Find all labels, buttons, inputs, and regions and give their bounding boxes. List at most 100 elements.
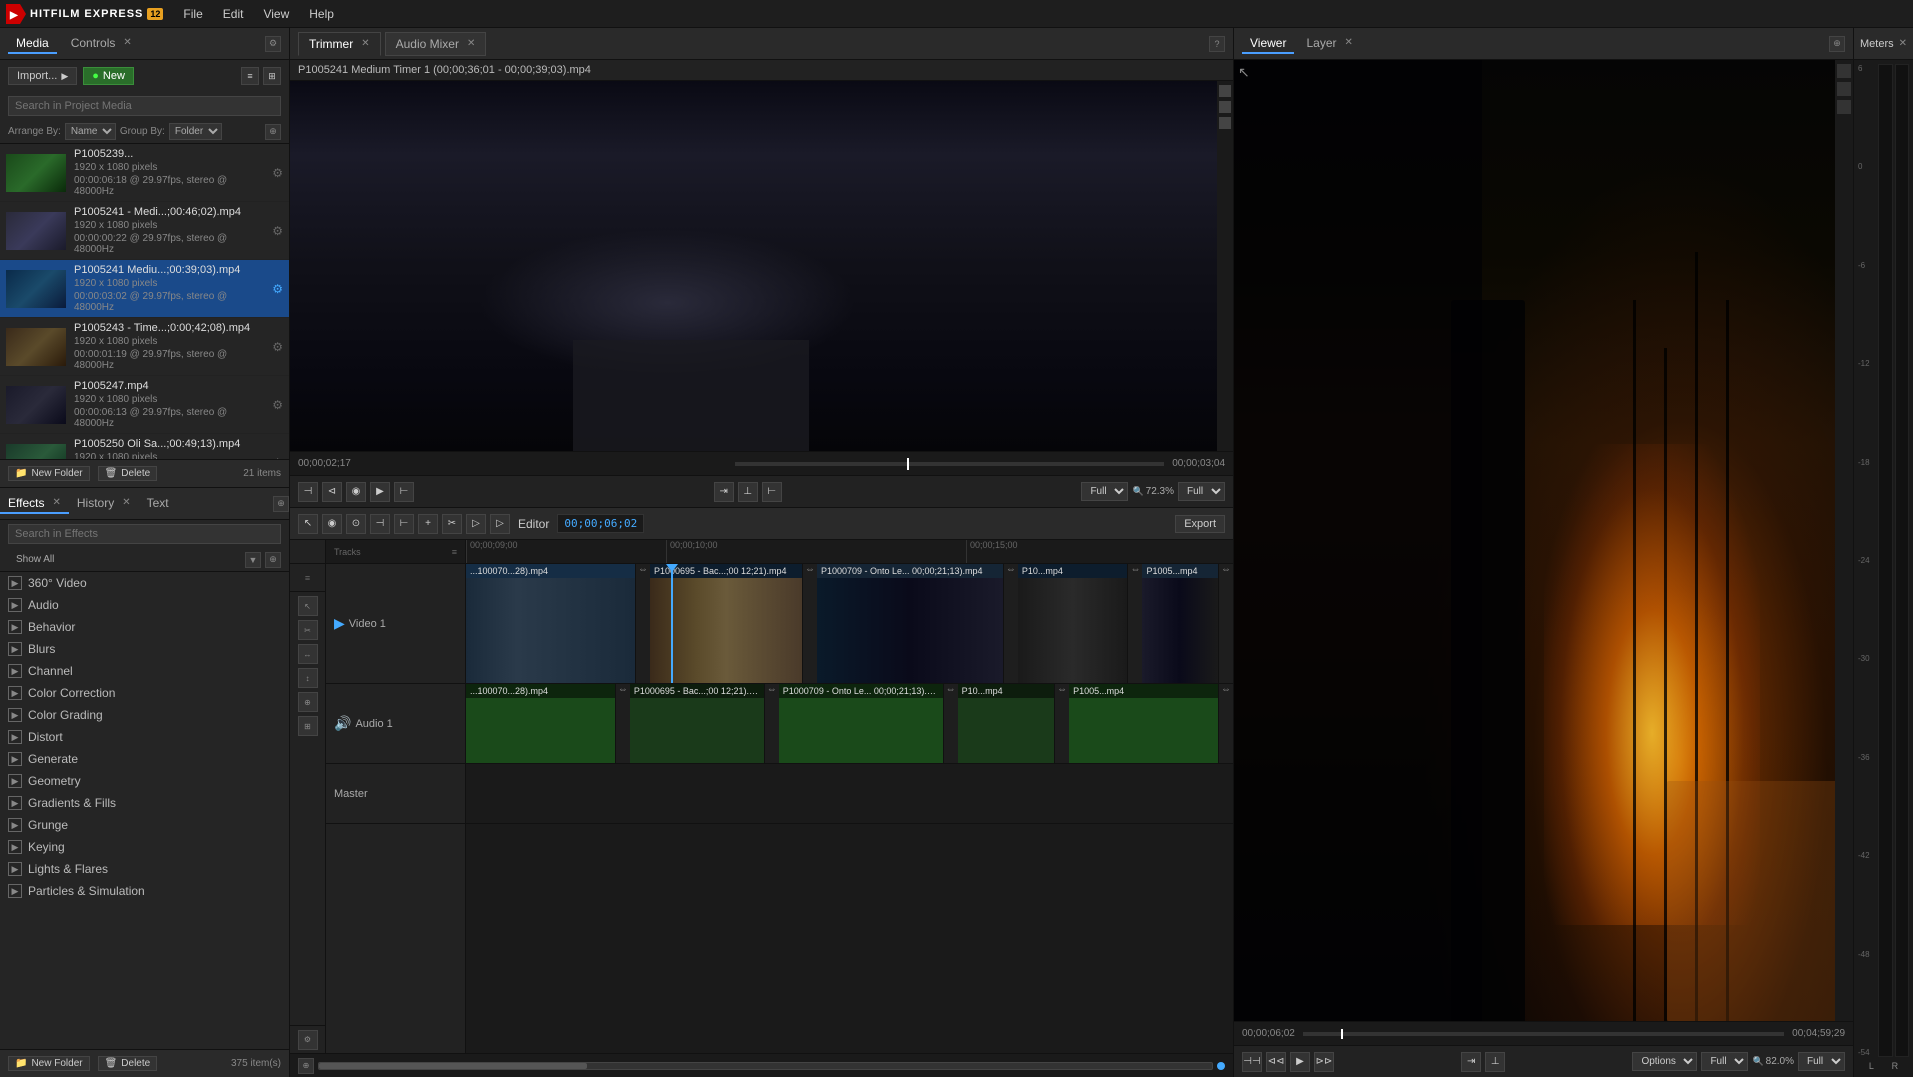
effect-category-blurs[interactable]: ▶ Blurs (0, 638, 289, 660)
new-button[interactable]: ● New (83, 67, 134, 85)
viewer-options-select[interactable]: Options (1632, 1052, 1697, 1071)
list-item[interactable]: P1005241 Mediu...;00:39;03).mp4 1920 x 1… (0, 260, 289, 318)
list-item[interactable]: P1005243 - Time...;0:00;42;08).mp4 1920 … (0, 318, 289, 376)
viewer-scrubber[interactable] (1303, 1032, 1784, 1036)
editor-select-btn[interactable]: ↖ (298, 514, 318, 534)
effects-delete-button[interactable]: 🗑 Delete (98, 1056, 158, 1071)
mark-out-btn[interactable]: ⊢ (394, 482, 414, 502)
trimmer-close[interactable]: ✕ (361, 38, 369, 49)
group-select[interactable]: Folder (169, 123, 222, 140)
editor-extra-btn[interactable]: ▷ (490, 514, 510, 534)
tab-history[interactable]: History ✕ (69, 494, 139, 514)
viewer-sb-btn-3[interactable] (1837, 100, 1851, 114)
show-all-button[interactable]: Show All (8, 552, 62, 567)
audio-clip[interactable]: P1000695 - Bac...;00 12;21).mp4 (630, 684, 765, 763)
ctrl-btn-3[interactable]: ◉ (346, 482, 366, 502)
step-back-btn[interactable]: ⊲ (322, 482, 342, 502)
editor-split-btn[interactable]: ✂ (442, 514, 462, 534)
editor-mark-out-btn[interactable]: ⊢ (394, 514, 414, 534)
effects-search-input[interactable] (8, 524, 281, 544)
audio-mixer-close[interactable]: ✕ (467, 38, 475, 49)
viewer-over-btn[interactable]: ⊥ (1485, 1052, 1505, 1072)
editor-more-btn[interactable]: ▷ (466, 514, 486, 534)
zoom-in-btn[interactable]: ⊕ (298, 1058, 314, 1074)
trimmer-scrubber[interactable] (735, 462, 1164, 466)
viewer-fast-fwd-btn[interactable]: ⊳⊳ (1314, 1052, 1334, 1072)
audio-clip[interactable]: P10...mp4 (958, 684, 1056, 763)
audio-clip[interactable]: P1000709 - Onto Le... 00;00;21;13).mp4 (779, 684, 944, 763)
side-razor-btn[interactable]: ✂ (298, 620, 318, 640)
menu-view[interactable]: View (255, 5, 297, 23)
controls-close[interactable]: ✕ (123, 37, 131, 48)
side-select-btn[interactable]: ↖ (298, 596, 318, 616)
viewer-sb-btn-1[interactable] (1837, 64, 1851, 78)
grid-view-btn[interactable]: ⊞ (263, 67, 281, 85)
video-clip[interactable]: P1000709 - Onto Le... 00;00;21;13).mp4 (817, 564, 1004, 683)
viewer-prev-frame-btn[interactable]: ⊲⊲ (1266, 1052, 1286, 1072)
delete-button[interactable]: 🗑 Delete (98, 466, 158, 481)
tab-trimmer[interactable]: Trimmer ✕ (298, 32, 381, 56)
effects-expand-btn[interactable]: ⊕ (265, 552, 281, 568)
effect-category-lights[interactable]: ▶ Lights & Flares (0, 858, 289, 880)
media-search-input[interactable] (8, 96, 281, 116)
sidebar-btn-1[interactable] (1219, 85, 1231, 97)
list-item[interactable]: P1005241 - Medi...;00:46;02).mp4 1920 x … (0, 202, 289, 260)
list-view-btn[interactable]: ≡ (241, 67, 259, 85)
layer-close[interactable]: ✕ (1345, 37, 1353, 48)
media-item-settings[interactable]: ⚙ (272, 282, 283, 296)
new-folder-button[interactable]: 📁 New Folder (8, 466, 90, 481)
import-button[interactable]: Import... ▶ (8, 67, 77, 85)
insert-btn[interactable]: ⇥ (714, 482, 734, 502)
tab-controls[interactable]: Controls ✕ (63, 34, 140, 54)
editor-mark-in-btn[interactable]: ⊣ (370, 514, 390, 534)
history-close[interactable]: ✕ (122, 497, 130, 508)
zoom-select[interactable]: Full (1178, 482, 1225, 501)
menu-file[interactable]: File (175, 5, 210, 23)
effect-category-grunge[interactable]: ▶ Grunge (0, 814, 289, 836)
side-link-btn[interactable]: ⊞ (298, 716, 318, 736)
video-clip[interactable]: P1005...mp4 (1142, 564, 1219, 683)
tab-text[interactable]: Text (139, 494, 177, 514)
editor-snap-btn[interactable]: ⊙ (346, 514, 366, 534)
effect-category-color-correction[interactable]: ▶ Color Correction (0, 682, 289, 704)
trimmer-settings-btn[interactable]: ? (1209, 36, 1225, 52)
audio-clip[interactable]: ...100070...28).mp4 (466, 684, 616, 763)
video-clip[interactable]: ...100070...28).mp4 (466, 564, 636, 683)
editor-timecode[interactable]: 00;00;06;02 (557, 514, 644, 533)
media-item-settings[interactable]: ⚙ (272, 166, 283, 180)
sidebar-btn-3[interactable] (1219, 117, 1231, 129)
list-item[interactable]: P1005239... 1920 x 1080 pixels 00:00:06:… (0, 144, 289, 202)
timeline-content[interactable]: 00;00;09;00 00;00;10;00 00;00;15;00 00;0… (466, 540, 1233, 1053)
effect-category-particles[interactable]: ▶ Particles & Simulation (0, 880, 289, 902)
arrange-settings-btn[interactable]: ⊕ (265, 124, 281, 140)
video-clip[interactable]: P10...mp4 (1018, 564, 1129, 683)
effects-options-btn[interactable]: ⊕ (273, 496, 289, 512)
tab-audio-mixer[interactable]: Audio Mixer ✕ (385, 32, 487, 56)
effect-category-channel[interactable]: ▶ Channel (0, 660, 289, 682)
tracks-menu-btn[interactable]: ≡ (452, 547, 457, 557)
editor-add-btn[interactable]: + (418, 514, 438, 534)
arrange-select[interactable]: Name (65, 123, 116, 140)
effect-category-keying[interactable]: ▶ Keying (0, 836, 289, 858)
viewer-ins-btn[interactable]: ⇥ (1461, 1052, 1481, 1072)
audio-clip[interactable]: P1005...mp4 (1069, 684, 1219, 763)
effect-category-color-grading[interactable]: ▶ Color Grading (0, 704, 289, 726)
effect-category-geometry[interactable]: ▶ Geometry (0, 770, 289, 792)
side-settings-btn[interactable]: ⚙ (298, 1030, 318, 1050)
list-item[interactable]: P1005250 Oli Sa...;00:49;13).mp4 1920 x … (0, 434, 289, 459)
viewer-play-btn[interactable]: ▶ (1290, 1052, 1310, 1072)
menu-edit[interactable]: Edit (215, 5, 252, 23)
tab-media[interactable]: Media (8, 34, 57, 54)
side-magnet-btn[interactable]: ⊕ (298, 692, 318, 712)
media-item-settings[interactable]: ⚙ (272, 224, 283, 238)
effect-category-generate[interactable]: ▶ Generate (0, 748, 289, 770)
list-item[interactable]: P1005247.mp4 1920 x 1080 pixels 00:00:06… (0, 376, 289, 434)
effects-close[interactable]: ✕ (52, 497, 60, 508)
viewer-settings-btn[interactable]: ⊕ (1829, 36, 1845, 52)
play-btn[interactable]: ▶ (370, 482, 390, 502)
export-button[interactable]: Export (1175, 515, 1225, 533)
viewer-sb-btn-2[interactable] (1837, 82, 1851, 96)
menu-help[interactable]: Help (301, 5, 342, 23)
viewer-quality-select[interactable]: Full (1701, 1052, 1748, 1071)
viewer-zoom-select[interactable]: Full (1798, 1052, 1845, 1071)
